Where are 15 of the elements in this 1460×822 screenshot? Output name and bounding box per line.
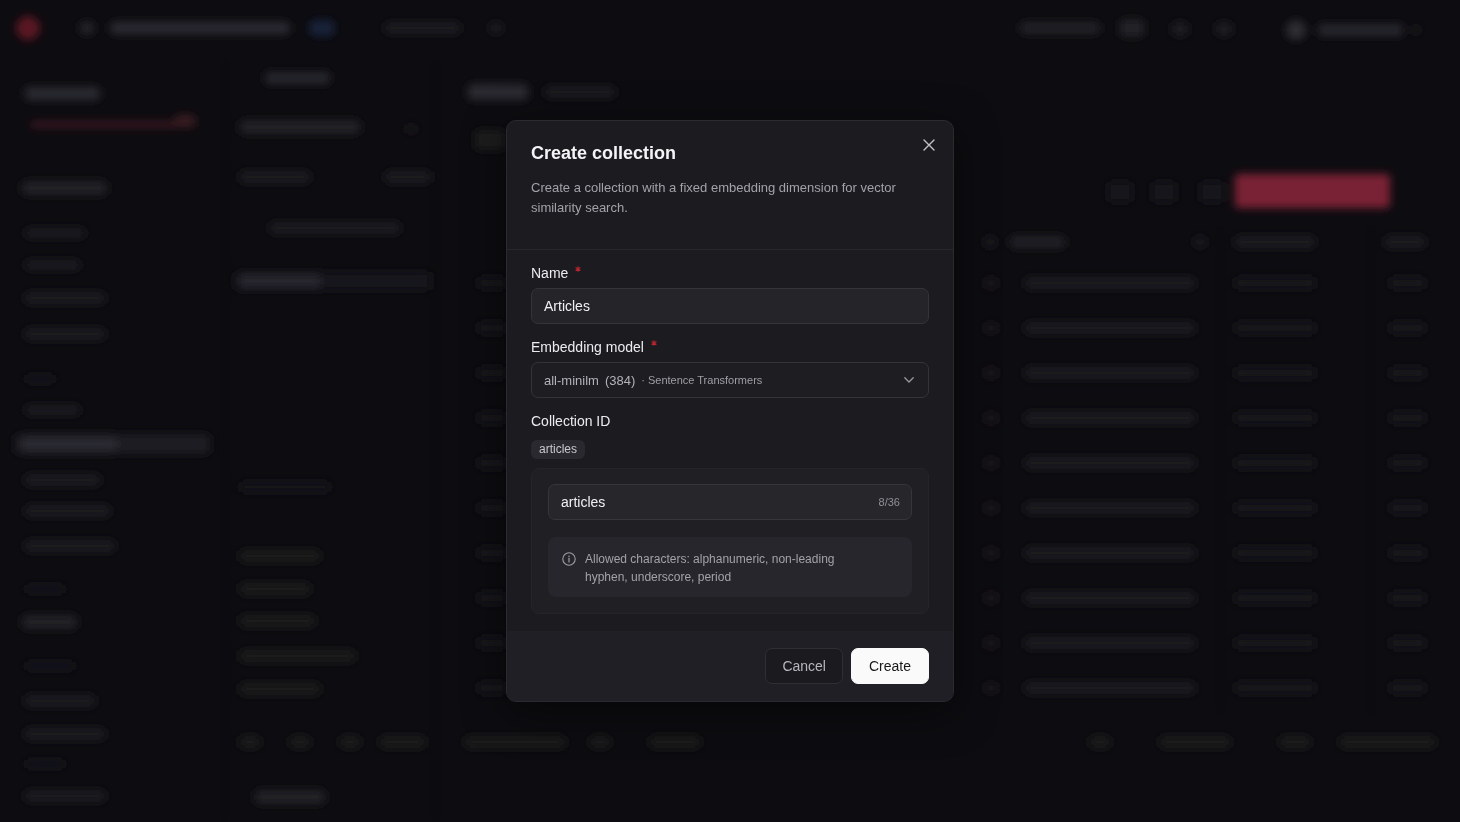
field-label: Name <box>531 264 569 283</box>
field-label: Embedding model <box>531 338 644 357</box>
dialog-description: Create a collection with a fixed embedding dimension for vector similarity search. <box>531 179 897 217</box>
model-select[interactable]: all-minilm (384) · Sentence Transformers <box>531 362 929 398</box>
character-count: 8/36 <box>878 495 900 509</box>
id-preview-tag: articles <box>531 440 585 459</box>
info-icon <box>562 552 576 566</box>
chevron-down-icon <box>904 377 914 383</box>
create-button[interactable]: Create <box>850 648 929 684</box>
hint-text: Allowed characters: alphanumeric, non-leading hyphen, underscore, period <box>585 551 836 586</box>
field-label: Collection ID <box>531 412 611 431</box>
dialog-title: Create collection <box>531 142 678 165</box>
name-input[interactable]: Articles <box>531 288 929 324</box>
close-icon <box>923 139 935 151</box>
cancel-button[interactable]: Cancel <box>765 648 843 684</box>
